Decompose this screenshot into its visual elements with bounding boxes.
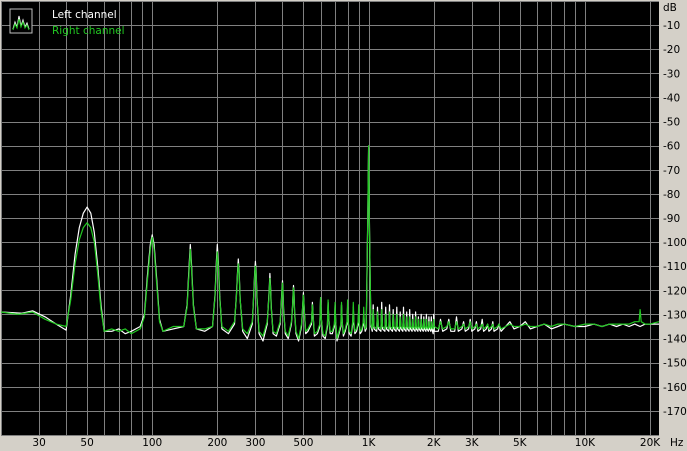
x-tick-label: 3K	[465, 437, 480, 449]
x-tick-label: 200	[207, 437, 227, 449]
y-tick-label: -60	[663, 141, 680, 153]
x-tick-label: 500	[293, 437, 313, 449]
y-tick-label: -150	[663, 358, 687, 370]
y-tick-label: -170	[663, 406, 687, 418]
y-tick-label: -10	[663, 20, 680, 32]
legend-item-right-channel: Right channel	[52, 25, 125, 37]
y-tick-label: -40	[663, 92, 680, 104]
x-axis-label: Hz	[670, 437, 684, 449]
y-tick-label: -100	[663, 237, 687, 249]
y-tick-label: -50	[663, 117, 680, 129]
y-tick-label: -30	[663, 68, 680, 80]
x-tick-label: 100	[142, 437, 162, 449]
x-tick-label: 300	[245, 437, 265, 449]
x-tick-label: 10K	[575, 437, 596, 449]
y-tick-label: -120	[663, 285, 687, 297]
legend-item-left-channel: Left channel	[52, 9, 117, 21]
x-tick-label: 5K	[513, 437, 528, 449]
x-tick-label: 50	[80, 437, 93, 449]
x-tick-label: 2K	[427, 437, 442, 449]
y-tick-label: -140	[663, 334, 687, 346]
spectrum-chart: 30 50 100 200 300 500 1K 2K 3K 5K 10K 20K dB -10 -20 -…	[0, 0, 687, 451]
x-tick-label: 1K	[362, 437, 377, 449]
y-tick-label: -130	[663, 309, 687, 321]
y-tick-label: -80	[663, 189, 680, 201]
x-tick-label: 20K	[640, 437, 661, 449]
y-tick-label: -70	[663, 165, 680, 177]
y-tick-label: -110	[663, 261, 687, 273]
y-tick-label: -90	[663, 213, 680, 225]
y-tick-label: -160	[663, 382, 687, 394]
x-tick-label: 30	[32, 437, 45, 449]
y-tick-label: -20	[663, 44, 680, 56]
y-tick-label: dB	[663, 2, 677, 14]
